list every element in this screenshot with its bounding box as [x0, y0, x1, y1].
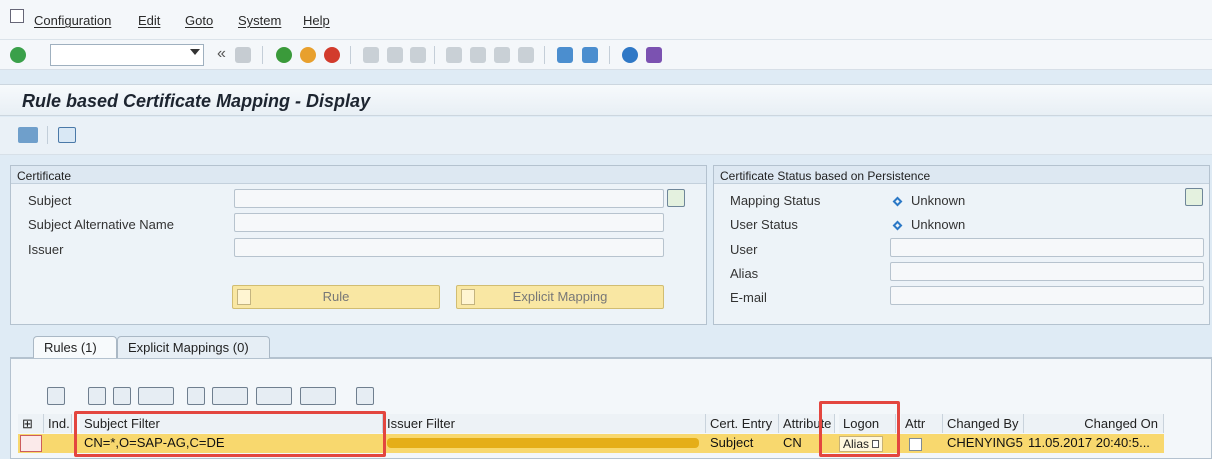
issuer-field[interactable] [234, 238, 664, 257]
print-icon[interactable] [363, 47, 379, 63]
views-icon[interactable] [212, 387, 248, 405]
print-icon[interactable] [187, 387, 205, 405]
toolbar-separator [262, 46, 263, 64]
last-page-icon[interactable] [518, 47, 534, 63]
alias-field[interactable] [890, 262, 1204, 281]
subject-label: Subject [28, 193, 72, 208]
new-session-icon[interactable] [557, 47, 573, 63]
first-page-icon[interactable] [446, 47, 462, 63]
subject-filter-highlight [74, 411, 386, 457]
filter-icon[interactable] [138, 387, 174, 405]
previous-page-icon[interactable] [470, 47, 486, 63]
command-field[interactable] [50, 44, 204, 66]
issuer-label: Issuer [28, 242, 64, 257]
explicit-mapping-button[interactable]: Explicit Mapping [456, 285, 664, 309]
application-toolbar [0, 117, 1212, 155]
panel-title: Certificate Status based on Persistence [714, 166, 1209, 184]
mapping-status-text: Unknown [911, 193, 966, 208]
back-icon[interactable] [276, 47, 292, 63]
rule-button[interactable]: Rule [232, 285, 440, 309]
next-page-icon[interactable] [494, 47, 510, 63]
issuer-filter-redacted [387, 438, 699, 448]
menu-system[interactable]: System [238, 13, 281, 28]
panel-title: Certificate [11, 166, 706, 184]
chevron-down-icon[interactable] [190, 49, 200, 55]
column-changed-by[interactable]: Changed By [943, 414, 1024, 433]
menu-configuration[interactable]: Configuration [34, 13, 111, 28]
details-icon[interactable] [47, 387, 65, 405]
menu-goto[interactable]: Goto [185, 13, 213, 28]
rule-button-label: Rule [322, 289, 350, 304]
document-icon [237, 289, 251, 305]
column-ind[interactable]: Ind. [44, 414, 72, 433]
user-status-value: Unknown [892, 217, 966, 232]
cancel-icon[interactable] [324, 47, 340, 63]
exit-icon[interactable] [300, 47, 316, 63]
row-selector[interactable] [20, 435, 42, 452]
layout-icon[interactable] [300, 387, 336, 405]
tab-explicit-mappings[interactable]: Explicit Mappings (0) [117, 336, 270, 358]
changed-on-cell[interactable]: 11.05.2017 20:40:5... [1024, 434, 1164, 452]
layout-icon[interactable] [646, 47, 662, 63]
toolbar-separator [434, 46, 435, 64]
user-label: User [730, 242, 758, 257]
export-icon[interactable] [256, 387, 292, 405]
tab-rules[interactable]: Rules (1) [33, 336, 117, 358]
save-icon[interactable] [235, 47, 251, 63]
document-icon [461, 289, 475, 305]
user-field[interactable] [890, 238, 1204, 257]
menu-edit[interactable]: Edit [138, 13, 160, 28]
subject-alt-name-field[interactable] [234, 213, 664, 232]
email-label: E-mail [730, 290, 767, 305]
attr-checkbox[interactable] [909, 438, 922, 451]
find-next-icon[interactable] [410, 47, 426, 63]
column-changed-on[interactable]: Changed On [1024, 414, 1164, 433]
mapping-status-value: Unknown [892, 193, 966, 208]
cert-entry-cell[interactable]: Subject [706, 434, 779, 452]
toolbar-separator [609, 46, 610, 64]
shortcut-icon[interactable] [582, 47, 598, 63]
find-icon[interactable] [88, 387, 106, 405]
mapping-status-label: Mapping Status [730, 193, 821, 208]
refresh-icon[interactable] [58, 127, 76, 143]
menu-help[interactable]: Help [303, 13, 330, 28]
toolbar-separator [350, 46, 351, 64]
menu-bar [0, 0, 1212, 40]
changed-by-cell[interactable]: CHENYING5 [943, 434, 1024, 452]
details-icon[interactable] [1185, 188, 1203, 206]
enter-icon[interactable] [10, 47, 26, 63]
find-next-icon[interactable] [113, 387, 131, 405]
column-cert-entry[interactable]: Cert. Entry [706, 414, 779, 433]
select-all-icon[interactable]: ⊞ [18, 414, 44, 433]
page-title: Rule based Certificate Mapping - Display [22, 91, 371, 111]
toolbar-separator [544, 46, 545, 64]
menu-icon[interactable] [10, 9, 24, 23]
subject-field[interactable] [234, 189, 664, 208]
explicit-mapping-button-label: Explicit Mapping [512, 289, 608, 304]
alias-label: Alias [730, 266, 759, 281]
info-icon[interactable] [356, 387, 374, 405]
history-icon[interactable]: « [217, 45, 226, 63]
subject-alt-name-label: Subject Alternative Name [28, 217, 174, 232]
help-icon[interactable] [622, 47, 638, 63]
user-status-text: Unknown [911, 217, 966, 232]
toolbar-separator [47, 126, 48, 144]
column-attr[interactable]: Attr [901, 414, 943, 433]
column-issuer-filter[interactable]: Issuer Filter [383, 414, 706, 433]
import-certificate-icon[interactable] [667, 189, 685, 207]
email-field[interactable] [890, 286, 1204, 305]
find-icon[interactable] [387, 47, 403, 63]
unknown-status-icon [892, 196, 903, 207]
user-status-label: User Status [730, 217, 798, 232]
display-change-icon[interactable] [18, 127, 38, 143]
unknown-status-icon [892, 220, 903, 231]
logon-highlight [819, 401, 900, 457]
